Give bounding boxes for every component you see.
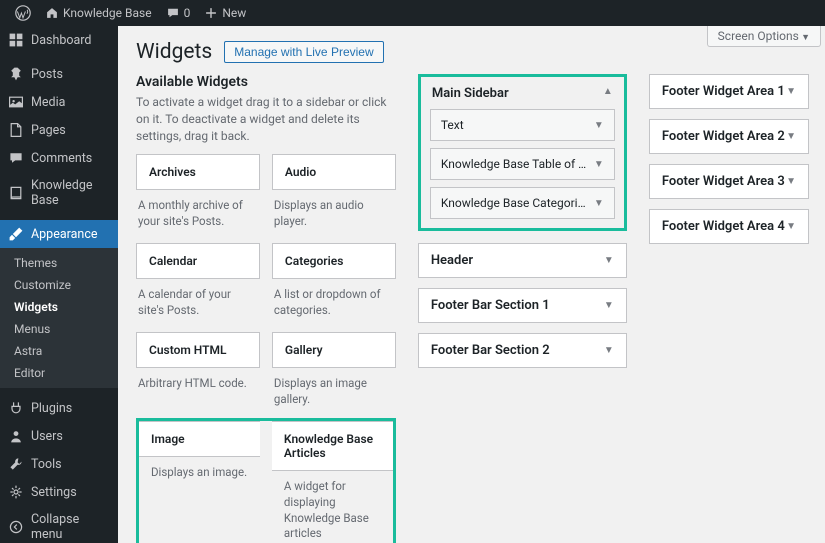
available-desc: To activate a widget drag it to a sideba… <box>136 94 396 144</box>
menu-media[interactable]: Media <box>0 88 118 116</box>
menu-dashboard[interactable]: Dashboard <box>0 26 118 54</box>
appearance-submenu: ThemesCustomizeWidgetsMenusAstraEditor <box>0 248 118 388</box>
gear-icon <box>8 484 24 500</box>
admin-toolbar: Knowledge Base 0 New <box>0 0 825 26</box>
widget-areas-column: Main Sidebar ▲ Text▼ Knowledge Base Table… <box>418 74 627 543</box>
main-sidebar-area: Main Sidebar ▲ Text▼ Knowledge Base Table… <box>418 74 627 231</box>
comment-icon <box>166 6 180 20</box>
chevron-down-icon: ▼ <box>594 198 604 209</box>
widget-audio[interactable]: Audio <box>272 154 396 190</box>
chevron-down-icon: ▼ <box>594 120 604 131</box>
widget-archives[interactable]: Archives <box>136 154 260 190</box>
sidebar-widget-item[interactable]: Text▼ <box>430 109 615 141</box>
brush-icon <box>8 226 24 242</box>
menu-settings[interactable]: Settings <box>0 478 118 506</box>
screen-options-tab[interactable]: Screen Options <box>707 26 821 47</box>
comment-count: 0 <box>184 6 191 20</box>
widget-desc: A calendar of your site's Posts. <box>136 279 260 332</box>
admin-sidebar: Dashboard PostsMediaPagesCommentsKnowledg… <box>0 26 118 543</box>
book-icon <box>8 185 24 201</box>
sidebar-widget-item[interactable]: Knowledge Base Categories: Kno...▼ <box>430 187 615 219</box>
chevron-down-icon: ▼ <box>604 345 614 356</box>
widget-area-footer-widget-area-2[interactable]: Footer Widget Area 2▼ <box>649 119 809 154</box>
new-link[interactable]: New <box>197 0 253 26</box>
submenu-widgets[interactable]: Widgets <box>0 296 118 318</box>
widget-gallery[interactable]: Gallery <box>272 332 396 368</box>
collapse-icon <box>8 519 24 535</box>
media-icon <box>8 94 24 110</box>
widget-desc: Arbitrary HTML code. <box>136 368 260 406</box>
widget-area-footer-bar-section-2[interactable]: Footer Bar Section 2▼ <box>418 333 627 368</box>
available-widgets-column: Available Widgets To activate a widget d… <box>136 74 396 543</box>
wp-logo[interactable] <box>8 0 38 26</box>
menu-posts[interactable]: Posts <box>0 60 118 88</box>
menu-appearance[interactable]: Appearance <box>0 220 118 248</box>
highlighted-widgets: ImageDisplays an image. Knowledge Base Ar… <box>136 418 396 543</box>
menu-tools[interactable]: Tools <box>0 450 118 478</box>
page-icon <box>8 122 24 138</box>
widget-desc: Displays an audio player. <box>272 190 396 243</box>
submenu-themes[interactable]: Themes <box>0 252 118 274</box>
chevron-down-icon: ▼ <box>786 131 796 142</box>
chevron-down-icon: ▼ <box>786 221 796 232</box>
widget-area-footer-bar-section-1[interactable]: Footer Bar Section 1▼ <box>418 288 627 323</box>
content-area: Screen Options Widgets Manage with Live … <box>118 26 825 543</box>
chevron-down-icon: ▼ <box>604 300 614 311</box>
site-link[interactable]: Knowledge Base <box>38 0 159 26</box>
menu-plugins[interactable]: Plugins <box>0 394 118 422</box>
widget-area-header[interactable]: Header▼ <box>418 243 627 278</box>
chevron-down-icon: ▼ <box>786 86 796 97</box>
widget-area-footer-widget-area-4[interactable]: Footer Widget Area 4▼ <box>649 209 809 244</box>
user-icon <box>8 428 24 444</box>
plus-icon <box>204 6 218 20</box>
sidebar-widget-item[interactable]: Knowledge Base Table of Content...▼ <box>430 148 615 180</box>
plug-icon <box>8 400 24 416</box>
widget-area-footer-widget-area-3[interactable]: Footer Widget Area 3▼ <box>649 164 809 199</box>
site-name: Knowledge Base <box>63 6 152 20</box>
dashboard-icon <box>8 32 24 48</box>
menu-users[interactable]: Users <box>0 422 118 450</box>
widget-custom-html[interactable]: Custom HTML <box>136 332 260 368</box>
submenu-menus[interactable]: Menus <box>0 318 118 340</box>
widget-desc: A monthly archive of your site's Posts. <box>136 190 260 243</box>
widget-calendar[interactable]: Calendar <box>136 243 260 279</box>
widget-categories[interactable]: Categories <box>272 243 396 279</box>
submenu-customize[interactable]: Customize <box>0 274 118 296</box>
home-icon <box>45 6 59 20</box>
widget-image[interactable]: Image <box>139 421 260 457</box>
footer-areas-column: Footer Widget Area 1▼ Footer Widget Area … <box>649 74 809 543</box>
submenu-editor[interactable]: Editor <box>0 362 118 384</box>
main-sidebar-header[interactable]: Main Sidebar ▲ <box>430 83 615 109</box>
widget-knowledge-base-articles[interactable]: Knowledge Base Articles <box>272 421 393 471</box>
live-preview-button[interactable]: Manage with Live Preview <box>224 41 383 63</box>
available-heading: Available Widgets <box>136 74 396 90</box>
menu-pages[interactable]: Pages <box>0 116 118 144</box>
chevron-up-icon: ▲ <box>603 86 613 101</box>
menu-comments[interactable]: Comments <box>0 144 118 172</box>
comments-link[interactable]: 0 <box>159 0 198 26</box>
widget-area-footer-widget-area-1[interactable]: Footer Widget Area 1▼ <box>649 74 809 109</box>
wordpress-icon <box>15 5 31 21</box>
new-label: New <box>222 6 246 20</box>
chevron-down-icon: ▼ <box>594 159 604 170</box>
submenu-astra[interactable]: Astra <box>0 340 118 362</box>
chevron-down-icon: ▼ <box>786 176 796 187</box>
menu-collapse-menu[interactable]: Collapse menu <box>0 506 118 543</box>
wrench-icon <box>8 456 24 472</box>
widget-desc: A widget for displaying Knowledge Base a… <box>272 471 393 543</box>
menu-knowledge-base[interactable]: Knowledge Base <box>0 172 118 214</box>
pin-icon <box>8 66 24 82</box>
widget-desc: Displays an image gallery. <box>272 368 396 421</box>
comment-icon <box>8 150 24 166</box>
widget-desc: A list or dropdown of categories. <box>272 279 396 332</box>
chevron-down-icon: ▼ <box>604 255 614 266</box>
widget-desc: Displays an image. <box>139 457 260 495</box>
